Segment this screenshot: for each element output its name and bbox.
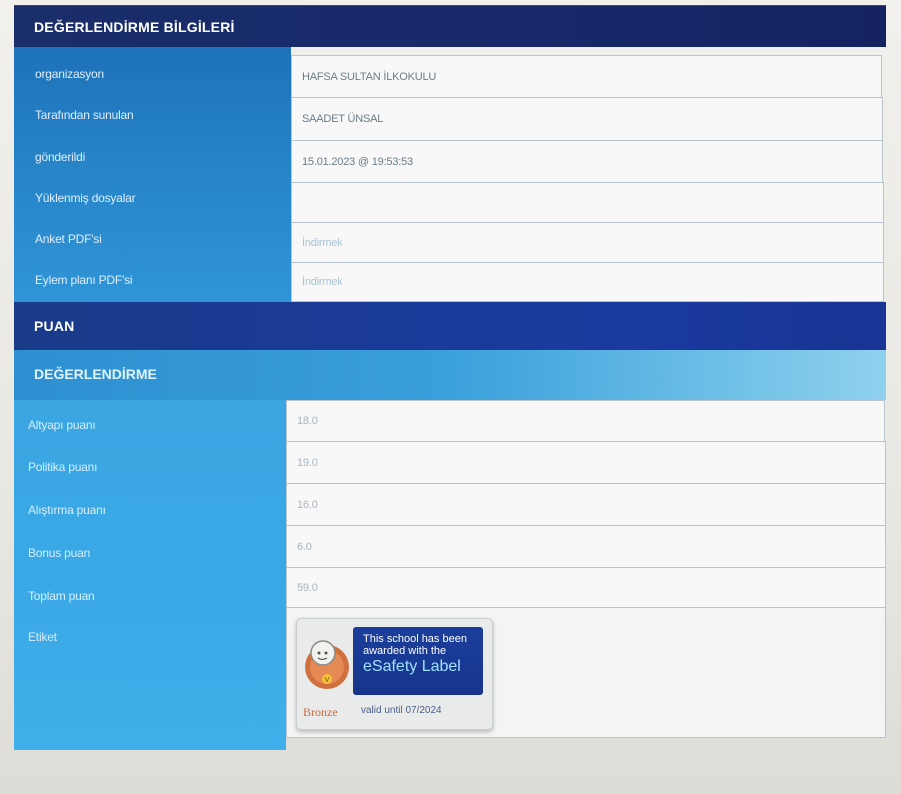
badge-line-2: awarded with the [363, 645, 447, 657]
row-label-total-score: Toplam puan [28, 589, 95, 603]
survey-pdf-download-link[interactable]: İndirmek [291, 222, 884, 264]
value-practice-score: 16.0 [286, 483, 886, 526]
info-label-column [14, 47, 291, 302]
row-label-survey-pdf: Anket PDF'si [35, 232, 102, 246]
row-label-organization: organizasyon [35, 67, 104, 81]
row-label-infrastructure-score: Altyapı puanı [28, 418, 96, 432]
badge-level: Bronze [303, 705, 338, 719]
section-header-info: DEĞERLENDİRME BİLGİLERİ [14, 5, 886, 47]
esafety-label-badge[interactable]: V This school has been awarded with the … [296, 618, 493, 730]
row-label-action-plan-pdf: Eylem planı PDF'si [35, 273, 133, 287]
value-policy-score: 19.0 [286, 441, 886, 484]
value-uploaded-files [291, 182, 884, 224]
value-submitted-date: 15.01.2023 @ 19:53:53 [291, 140, 883, 184]
row-label-submitted-by: Tarafından sunulan [35, 108, 134, 122]
score-label-column [14, 400, 286, 750]
value-organization: HAFSA SULTAN İLKOKULU [291, 55, 882, 99]
badge-validity: valid until 07/2024 [361, 705, 442, 716]
value-submitted-by: SAADET ÜNSAL [291, 97, 883, 141]
page: DEĞERLENDİRME BİLGİLERİ organizasyon HAF… [0, 0, 901, 794]
section-subheader-evaluation: DEĞERLENDİRME [14, 350, 886, 400]
row-label-uploaded-files: Yüklenmiş dosyalar [35, 191, 136, 205]
row-label-submitted-date: gönderildi [35, 150, 86, 164]
esafety-medal-icon: V [305, 640, 349, 689]
svg-text:V: V [325, 677, 330, 684]
row-label-bonus-score: Bonus puan [28, 546, 91, 560]
badge-title: eSafety Label [363, 658, 461, 675]
row-label-label: Etiket [28, 630, 57, 644]
action-plan-pdf-download-link[interactable]: İndirmek [291, 262, 884, 302]
row-label-practice-score: Alıştırma puanı [28, 503, 106, 517]
badge-line-1: This school has been [363, 633, 467, 645]
value-total-score: 59.0 [286, 567, 886, 609]
section-header-score: PUAN [14, 302, 886, 350]
value-bonus-score: 6.0 [286, 525, 886, 568]
value-infrastructure-score: 18.0 [286, 400, 885, 442]
badge-text-panel: This school has been awarded with the eS… [353, 627, 483, 695]
row-label-policy-score: Politika puanı [28, 460, 98, 474]
